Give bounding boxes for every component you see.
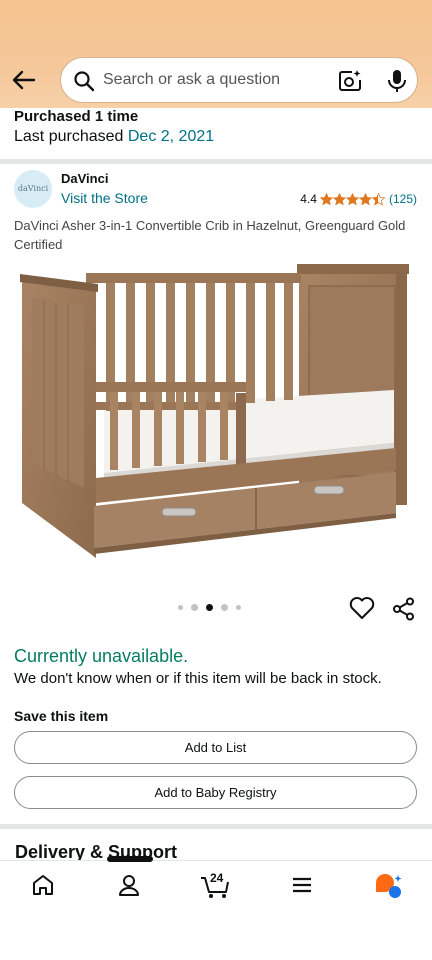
last-purchased: Last purchased Dec 2, 2021: [14, 128, 214, 146]
microphone-icon[interactable]: [386, 69, 408, 93]
search-icon: [74, 71, 95, 92]
cart-count-badge: 24: [210, 871, 224, 885]
review-count: (125): [388, 192, 417, 206]
share-icon[interactable]: [392, 597, 416, 621]
star-rating-icon: [319, 192, 385, 205]
carousel-dot[interactable]: [236, 605, 241, 610]
rufus-ai-icon[interactable]: [374, 873, 404, 899]
purchase-count: Purchased 1 time: [14, 108, 139, 125]
availability-note: We don't know when or if this item will …: [14, 670, 382, 687]
product-image[interactable]: [14, 258, 418, 578]
search-input[interactable]: Search or ask a question: [103, 71, 280, 89]
top-header: Search or ask a question: [0, 0, 432, 108]
last-purchased-date[interactable]: Dec 2, 2021: [128, 128, 214, 145]
section-divider: [0, 824, 432, 829]
back-button[interactable]: [10, 66, 38, 94]
back-arrow-icon: [12, 70, 36, 90]
add-to-list-button[interactable]: Add to List: [14, 731, 417, 764]
last-purchased-label: Last purchased: [14, 128, 128, 145]
save-item-heading: Save this item: [14, 708, 109, 724]
carousel-dot[interactable]: [221, 604, 228, 611]
image-carousel-indicator[interactable]: [178, 604, 241, 611]
camera-lens-icon[interactable]: [338, 69, 362, 93]
rating-value: 4.4: [300, 192, 317, 206]
section-divider: [0, 159, 432, 164]
menu-icon[interactable]: [290, 873, 314, 897]
availability-status: Currently unavailable.: [14, 646, 189, 666]
rating-summary[interactable]: 4.4 (125): [300, 192, 417, 206]
bottom-navigation: 24: [0, 860, 432, 960]
add-to-baby-registry-button[interactable]: Add to Baby Registry: [14, 776, 417, 809]
heart-icon[interactable]: [349, 596, 375, 620]
drag-handle[interactable]: [107, 856, 153, 862]
brand-logo[interactable]: daVinci: [14, 170, 52, 208]
home-icon[interactable]: [31, 873, 55, 897]
product-title: DaVinci Asher 3-in-1 Convertible Crib in…: [14, 218, 406, 252]
carousel-dot[interactable]: [191, 604, 198, 611]
account-icon[interactable]: [117, 873, 141, 897]
carousel-dot[interactable]: [178, 605, 183, 610]
carousel-dot-active[interactable]: [206, 604, 213, 611]
crib-image: [20, 264, 409, 558]
visit-store-link[interactable]: Visit the Store: [61, 190, 148, 206]
brand-name: DaVinci: [61, 171, 109, 186]
search-bar[interactable]: Search or ask a question: [60, 57, 418, 103]
